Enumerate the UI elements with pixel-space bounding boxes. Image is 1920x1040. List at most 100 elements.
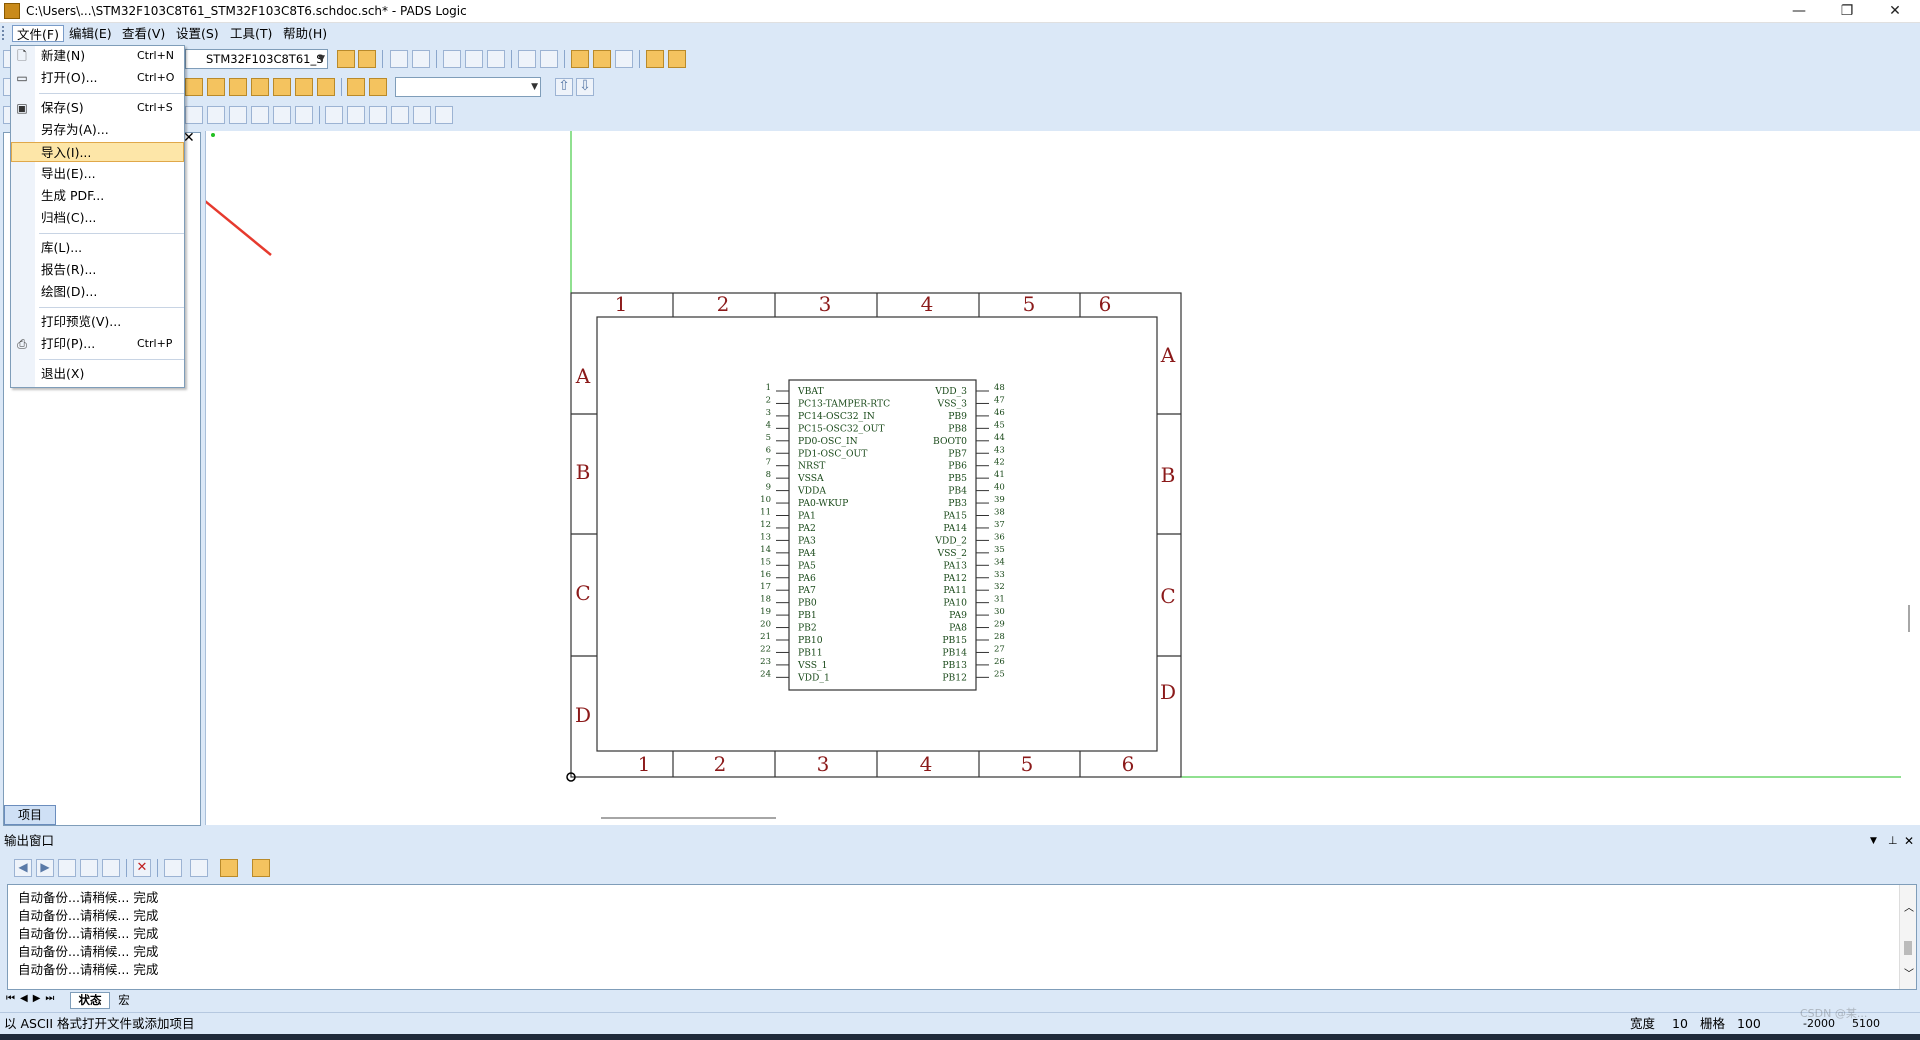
parts-icon[interactable] — [593, 50, 611, 68]
scroll-up-icon[interactable]: ︿ — [1904, 899, 1914, 914]
output-close-icon[interactable]: ✕ — [1904, 832, 1914, 850]
pin-name: PA10 — [943, 598, 967, 609]
file-menu-plot[interactable]: 绘图(D)... — [11, 282, 184, 302]
tab-project[interactable]: 项目 — [4, 805, 56, 825]
close-button[interactable]: ✕ — [1872, 0, 1918, 23]
pin-name: PB11 — [798, 647, 823, 658]
net-icon[interactable] — [369, 106, 387, 124]
binoculars-icon[interactable] — [190, 859, 208, 877]
pencil-icon[interactable] — [220, 859, 238, 877]
refresh-icon[interactable] — [80, 859, 98, 877]
attribute-icon[interactable] — [325, 106, 343, 124]
file-menu-exit[interactable]: 退出(X) — [11, 364, 184, 384]
file-menu-export[interactable]: 导出(E)... — [11, 164, 184, 184]
mirror-icon[interactable] — [229, 106, 247, 124]
scroll-down-icon[interactable]: ﹀ — [1904, 965, 1914, 980]
select-mode-icon[interactable] — [337, 50, 355, 68]
pin-number: 21 — [760, 632, 771, 642]
menu-edit[interactable]: 编辑(E) — [65, 25, 116, 42]
tab-nav-icons[interactable]: ⏮◀▶⏭ — [6, 993, 59, 1004]
file-menu-archive[interactable]: 归档(C)... — [11, 208, 184, 228]
menu-view[interactable]: 查看(V) — [118, 25, 169, 42]
scroll-thumb[interactable] — [1904, 941, 1912, 955]
erase-icon[interactable] — [487, 50, 505, 68]
flip-icon[interactable] — [207, 106, 225, 124]
rotate-icon[interactable] — [185, 106, 203, 124]
find-icon[interactable] — [465, 50, 483, 68]
window-tile-icon[interactable] — [668, 50, 686, 68]
text-icon[interactable] — [369, 78, 387, 96]
pin-name: PA6 — [798, 573, 816, 584]
minimize-button[interactable]: — — [1776, 0, 1822, 23]
ground-icon[interactable] — [295, 78, 313, 96]
file-menu-save[interactable]: ▣ 保存(S) Ctrl+S — [11, 98, 184, 118]
zone-label-top: 2 — [717, 292, 730, 316]
decal-icon[interactable] — [413, 106, 431, 124]
layout-link-icon[interactable] — [615, 50, 633, 68]
netlist-icon[interactable] — [540, 50, 558, 68]
file-menu-library[interactable]: 库(L)... — [11, 238, 184, 258]
library-icon[interactable] — [571, 50, 589, 68]
file-menu-save-as[interactable]: 另存为(A)... — [11, 120, 184, 140]
off-page-icon[interactable] — [317, 78, 335, 96]
back-icon[interactable]: ◀ — [14, 859, 32, 877]
file-menu-generate-pdf[interactable]: 生成 PDF... — [11, 186, 184, 206]
gate-icon[interactable] — [391, 106, 409, 124]
file-menu-print[interactable]: ⎙ 打印(P)... Ctrl+P — [11, 334, 184, 354]
forward-icon[interactable]: ▶ — [36, 859, 54, 877]
select-filter-icon[interactable] — [358, 50, 376, 68]
chevron-down-icon: ▼ — [318, 54, 325, 64]
arrow-up-icon[interactable]: ⇧ — [555, 78, 573, 96]
split-icon[interactable] — [273, 106, 291, 124]
tab-macro[interactable]: 宏 — [112, 992, 136, 1009]
maximize-button[interactable]: ❐ — [1824, 0, 1870, 23]
print-output-icon[interactable] — [164, 859, 182, 877]
undo-icon[interactable] — [390, 50, 408, 68]
pin-number: 17 — [760, 582, 771, 592]
arrow-down-icon[interactable]: ⇩ — [576, 78, 594, 96]
grid-value: 100 — [1737, 1016, 1761, 1031]
pin-number: 31 — [994, 595, 1005, 605]
zone-label-right: B — [1161, 463, 1176, 487]
pin-icon[interactable] — [347, 106, 365, 124]
pin-name: PA13 — [943, 560, 967, 571]
output-pin-icon[interactable]: ⊥ — [1888, 832, 1898, 850]
pin-number: 27 — [994, 644, 1005, 654]
add-corner-icon[interactable] — [295, 106, 313, 124]
menu-tools[interactable]: 工具(T) — [226, 25, 276, 42]
output-scrollbar[interactable]: ︿ ﹀ — [1899, 885, 1916, 989]
toolbar-separator — [126, 859, 127, 877]
add-wire-icon[interactable] — [207, 78, 225, 96]
file-menu-import[interactable]: 导入(I)... — [11, 142, 184, 162]
file-menu-new[interactable]: 🗋 新建(N) Ctrl+N — [11, 46, 184, 66]
layer-select[interactable]: ▼ — [395, 77, 541, 97]
add-component-icon[interactable] — [185, 78, 203, 96]
tab-status[interactable]: 状态 — [70, 992, 110, 1009]
move-icon[interactable] — [251, 106, 269, 124]
menu-help[interactable]: 帮助(H) — [279, 25, 331, 42]
menu-file[interactable]: 文件(F) — [12, 25, 64, 42]
add-bus-icon[interactable] — [229, 78, 247, 96]
bus-entry-icon[interactable] — [251, 78, 269, 96]
stop-icon[interactable] — [58, 859, 76, 877]
output-log[interactable]: 自动备份...请稍候... 完成 自动备份...请稍候... 完成 自动备份..… — [7, 884, 1917, 990]
output-dropdown-icon[interactable]: ▼ — [1870, 832, 1877, 850]
grid-icon[interactable] — [252, 859, 270, 877]
sheet-select[interactable]: STM32F103C8T61_S ▼ — [185, 49, 328, 69]
schematic-canvas[interactable]: 123456123456ABCDABCD 1 VBAT 2 PC13-TAMPER-R… — [205, 131, 1920, 825]
menu-setup[interactable]: 设置(S) — [172, 25, 223, 42]
file-menu-print-preview[interactable]: 打印预览(V)... — [11, 312, 184, 332]
toolbar-separator — [341, 78, 342, 96]
file-menu-open[interactable]: ▭ 打开(O)... Ctrl+O — [11, 68, 184, 88]
home-icon[interactable] — [102, 859, 120, 877]
draw-icon[interactable] — [347, 78, 365, 96]
text-edit-icon[interactable] — [435, 106, 453, 124]
zoom-icon[interactable] — [443, 50, 461, 68]
clear-icon[interactable]: ✕ — [133, 859, 151, 877]
file-menu-reports[interactable]: 报告(R)... — [11, 260, 184, 280]
annotation-arrow-line — [206, 200, 272, 256]
route-icon[interactable] — [518, 50, 536, 68]
redo-icon[interactable] — [412, 50, 430, 68]
window-icon[interactable] — [646, 50, 664, 68]
power-icon[interactable] — [273, 78, 291, 96]
